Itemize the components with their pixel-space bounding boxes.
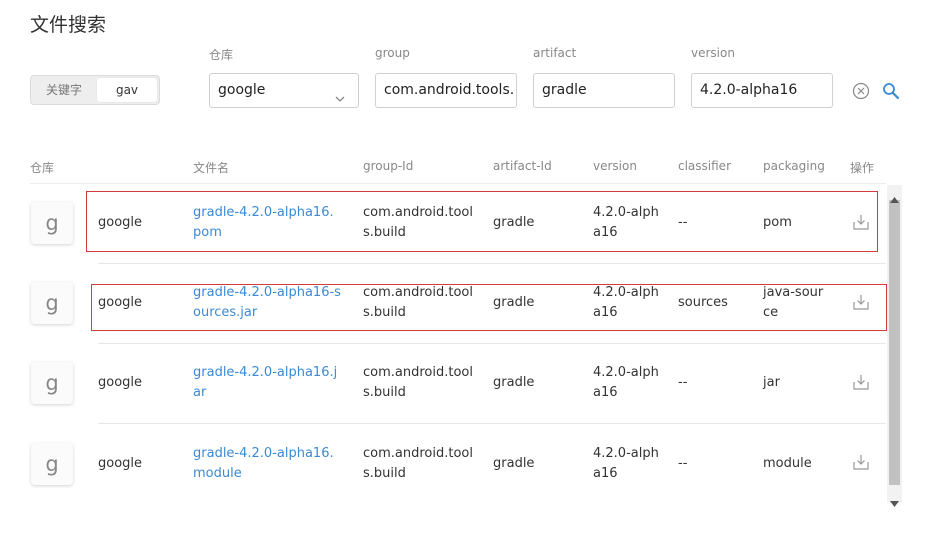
row-filename-link[interactable]: gradle-4.2.0-alpha16.jar [193,363,341,403]
scroll-down-arrow-icon[interactable] [890,492,899,511]
version-label: version [691,46,735,60]
artifact-input-value: gradle [542,82,587,98]
search-mode-toggle: 关键字 gav [30,75,160,105]
row-group-id: com.android.tools.build [363,365,473,400]
row-divider [98,263,886,264]
header-repo: 仓库 [30,161,55,175]
repo-avatar: g [31,362,73,404]
row-highlight [86,191,878,252]
repo-avatar: g [31,282,73,324]
repo-avatar: g [31,443,73,485]
header-version: version [593,159,637,173]
row-divider [98,423,886,424]
clear-circle-icon[interactable] [850,80,872,102]
repo-label: 仓库 [209,48,234,62]
group-label: group [375,46,410,60]
header-group-id: group-Id [363,159,414,173]
row-artifact-id: gradle [493,375,535,390]
row-filename-link[interactable]: gradle-4.2.0-alpha16.module [193,444,341,484]
row-classifier: -- [678,375,688,390]
version-input-value: 4.2.0-alpha16 [700,82,798,98]
header-filename: 文件名 [193,161,230,175]
row-packaging: module [763,456,812,471]
row-version: 4.2.0-alpha16 [593,446,659,481]
chevron-down-icon [334,85,346,107]
gav-mode-option[interactable]: gav [97,78,157,102]
row-classifier: -- [678,456,688,471]
scrollbar-thumb[interactable] [889,200,900,485]
keyword-mode-option[interactable]: 关键字 [33,78,95,102]
row-divider [98,343,886,344]
header-packaging: packaging [763,159,825,173]
header-artifact-id: artifact-Id [493,159,552,173]
search-icon[interactable] [880,80,902,102]
page-title: 文件搜索 [30,14,107,36]
download-icon[interactable] [852,373,870,391]
version-input[interactable]: 4.2.0-alpha16 [691,73,833,108]
group-input-value: com.android.tools. [384,82,515,98]
artifact-input[interactable]: gradle [533,73,675,108]
scroll-up-arrow-icon[interactable] [890,188,899,207]
repo-avatar: g [31,202,73,244]
header-classifier: classifier [678,159,731,173]
row-artifact-id: gradle [493,456,535,471]
row-repo: google [98,456,143,471]
row-version: 4.2.0-alpha16 [593,365,659,400]
header-actions: 操作 [850,161,875,175]
row-repo: google [98,375,143,390]
repo-select[interactable]: google [209,73,359,108]
repo-select-value: google [218,82,266,98]
artifact-label: artifact [533,46,577,60]
header-divider [30,183,886,184]
group-input[interactable]: com.android.tools. [375,73,517,108]
row-group-id: com.android.tools.build [363,446,473,481]
download-icon[interactable] [852,453,870,471]
row-packaging: jar [763,375,780,390]
row-highlight [91,284,887,331]
